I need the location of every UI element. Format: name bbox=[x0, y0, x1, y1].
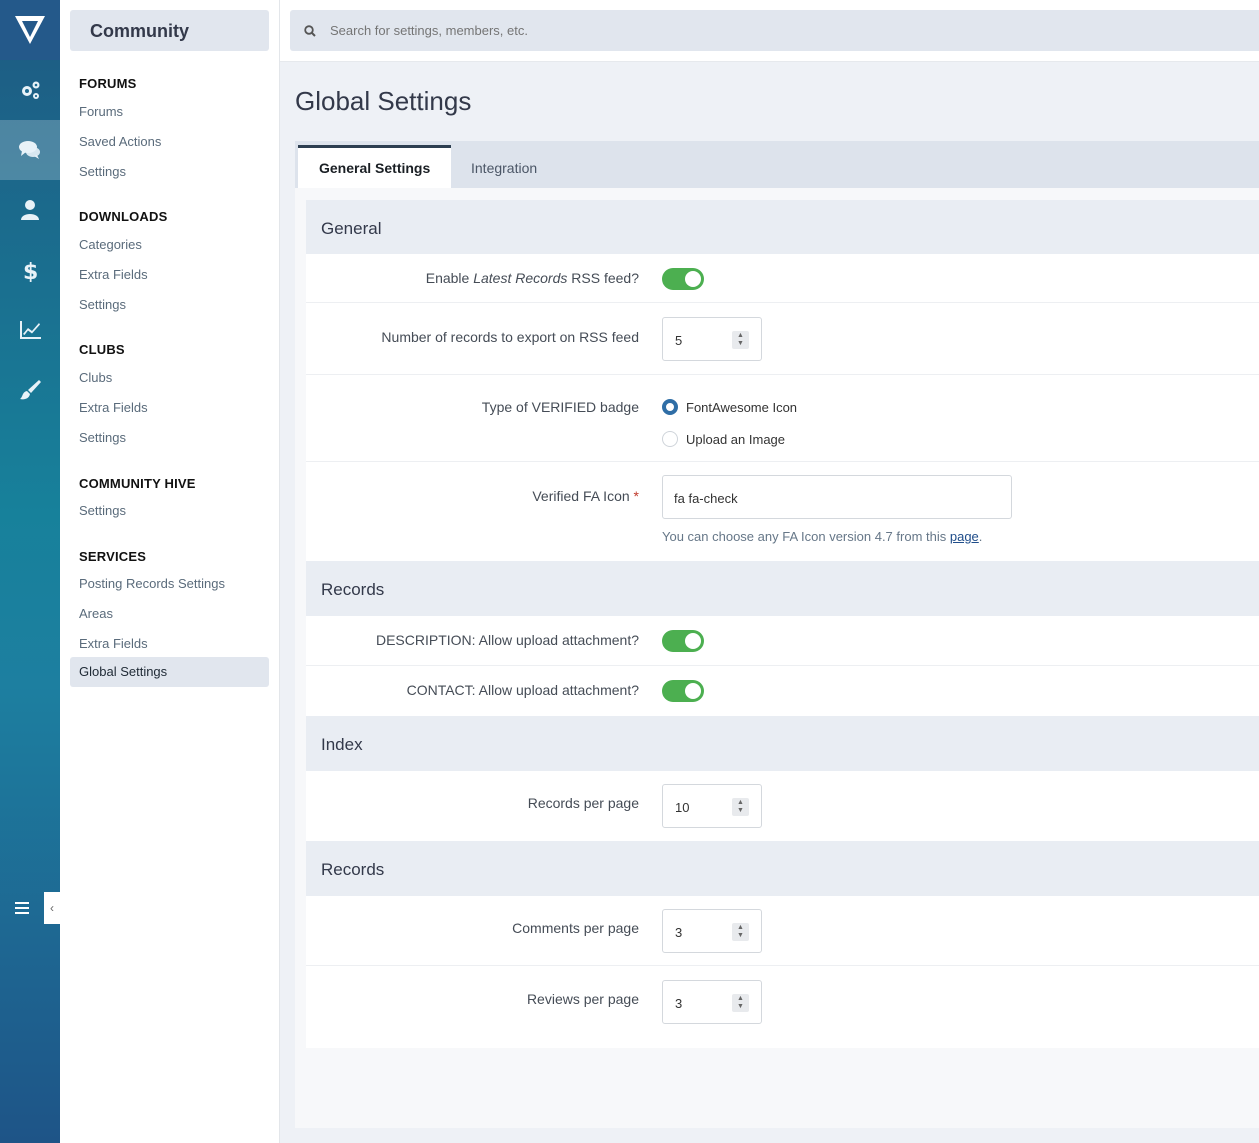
tab-integration[interactable]: Integration bbox=[450, 145, 558, 188]
sidebar-item-global-settings[interactable]: Global Settings bbox=[70, 657, 269, 687]
svg-text:$: $ bbox=[23, 260, 38, 282]
sidebar-section-downloads: DOWNLOADS bbox=[79, 209, 168, 224]
field-label: CONTACT: Allow upload attachment? bbox=[406, 682, 639, 698]
settings-form: General Enable Latest Records RSS feed? … bbox=[306, 200, 1259, 1048]
sidebar-item-areas[interactable]: Areas bbox=[79, 606, 113, 621]
group-header-records: Records bbox=[306, 561, 1259, 616]
logo-icon[interactable] bbox=[0, 0, 60, 60]
comments-per-page-stepper[interactable]: 3 ▲ ▼ bbox=[662, 909, 762, 953]
tab-panel: General Enable Latest Records RSS feed? … bbox=[295, 188, 1259, 1128]
field-label: Type of VERIFIED badge bbox=[481, 399, 639, 415]
field-label: Number of records to export on RSS feed bbox=[381, 329, 639, 345]
dollar-icon[interactable]: $ bbox=[0, 240, 60, 300]
form-row: Reviews per page 3 ▲ ▼ bbox=[306, 966, 1259, 1048]
sidebar-item-clubs[interactable]: Clubs bbox=[79, 370, 112, 385]
sidebar-item-downloads-extra-fields[interactable]: Extra Fields bbox=[79, 267, 148, 282]
sidebar-item-clubs-settings[interactable]: Settings bbox=[79, 430, 126, 445]
radio-label: FontAwesome Icon bbox=[686, 399, 798, 415]
form-row: CONTACT: Allow upload attachment? bbox=[306, 666, 1259, 716]
group-header-records-pagination: Records bbox=[306, 841, 1259, 896]
sidebar-item-clubs-extra-fields[interactable]: Extra Fields bbox=[79, 400, 148, 415]
sidebar-item-saved-actions[interactable]: Saved Actions bbox=[79, 134, 161, 149]
search-input[interactable] bbox=[330, 23, 1210, 38]
comments-icon[interactable] bbox=[0, 120, 60, 180]
field-label: Records per page bbox=[527, 795, 639, 811]
sidebar: Community FORUMS Forums Saved Actions Se… bbox=[60, 0, 280, 1143]
fa-icons-page-link[interactable]: page bbox=[950, 529, 979, 544]
chevron-left-icon: ‹ bbox=[50, 901, 54, 915]
rss-feed-toggle[interactable] bbox=[662, 268, 704, 290]
sidebar-section-clubs: CLUBS bbox=[79, 342, 125, 357]
stepper-arrows-icon[interactable]: ▲ ▼ bbox=[732, 798, 749, 816]
sidebar-item-posting-records-settings[interactable]: Posting Records Settings bbox=[79, 576, 225, 591]
sidebar-section-forums: FORUMS bbox=[79, 76, 137, 91]
field-hint: You can choose any FA Icon version 4.7 f… bbox=[662, 529, 983, 544]
chart-icon[interactable] bbox=[0, 300, 60, 360]
stepper-arrows-icon[interactable]: ▲ ▼ bbox=[732, 994, 749, 1012]
stepper-arrows-icon[interactable]: ▲ ▼ bbox=[732, 331, 749, 349]
sidebar-item-community-hive-settings[interactable]: Settings bbox=[79, 503, 126, 518]
field-label: Comments per page bbox=[512, 920, 639, 936]
field-label: DESCRIPTION: Allow upload attachment? bbox=[375, 632, 639, 648]
page-title: Global Settings bbox=[295, 86, 472, 116]
field-label: Enable Latest Records RSS feed? bbox=[425, 270, 639, 286]
sidebar-item-categories[interactable]: Categories bbox=[79, 237, 142, 252]
icon-rail: $ ‹ bbox=[0, 0, 60, 1143]
verified-icon-input[interactable]: fa fa-check bbox=[662, 475, 1012, 519]
header bbox=[280, 0, 1259, 62]
search-bar bbox=[290, 10, 1259, 51]
sidebar-item-services-extra-fields[interactable]: Extra Fields bbox=[79, 636, 148, 651]
field-label: Verified FA Icon * bbox=[532, 488, 639, 504]
records-per-page-stepper[interactable]: 10 ▲ ▼ bbox=[662, 784, 762, 828]
sidebar-section-services: SERVICES bbox=[79, 549, 147, 564]
form-row: Verified FA Icon * fa fa-check You can c… bbox=[306, 462, 1259, 561]
form-row: Records per page 10 ▲ ▼ bbox=[306, 771, 1259, 841]
radio-label: Upload an Image bbox=[686, 431, 786, 447]
stepper-arrows-icon[interactable]: ▲ ▼ bbox=[732, 923, 749, 941]
radio-selected-icon[interactable] bbox=[662, 399, 678, 415]
gears-icon[interactable] bbox=[0, 60, 60, 120]
verified-badge-radio-group: FontAwesome Icon Upload an Image bbox=[662, 399, 797, 447]
radio-option-upload-image[interactable]: Upload an Image bbox=[662, 431, 797, 447]
form-row: Type of VERIFIED badge FontAwesome Icon … bbox=[306, 375, 1259, 462]
group-header-index: Index bbox=[306, 716, 1259, 771]
sidebar-item-forums-settings[interactable]: Settings bbox=[79, 164, 126, 179]
field-label: Reviews per page bbox=[526, 991, 639, 1007]
verified-icon-field: fa fa-check You can choose any FA Icon v… bbox=[662, 475, 1012, 544]
sidebar-item-forums[interactable]: Forums bbox=[79, 104, 123, 119]
collapse-sidebar-button[interactable]: ‹ bbox=[44, 892, 60, 924]
sidebar-item-downloads-settings[interactable]: Settings bbox=[79, 297, 126, 312]
form-row: Enable Latest Records RSS feed? bbox=[306, 254, 1259, 303]
reviews-per-page-stepper[interactable]: 3 ▲ ▼ bbox=[662, 980, 762, 1024]
rss-count-stepper[interactable]: 5 ▲ ▼ bbox=[662, 317, 762, 361]
contact-attachment-toggle[interactable] bbox=[662, 680, 704, 702]
form-row: DESCRIPTION: Allow upload attachment? bbox=[306, 616, 1259, 666]
search-icon bbox=[290, 24, 330, 37]
sidebar-section-community-hive: COMMUNITY HIVE bbox=[79, 476, 196, 491]
form-row: Comments per page 3 ▲ ▼ bbox=[306, 896, 1259, 966]
tab-general-settings[interactable]: General Settings bbox=[298, 145, 452, 188]
tab-bar: General Settings Integration bbox=[295, 141, 1259, 188]
description-attachment-toggle[interactable] bbox=[662, 630, 704, 652]
brush-icon[interactable] bbox=[0, 360, 60, 420]
main-content: Global Settings General Settings Integra… bbox=[280, 62, 1259, 1143]
user-icon[interactable] bbox=[0, 180, 60, 240]
required-marker: * bbox=[633, 488, 639, 504]
radio-option-fontawesome[interactable]: FontAwesome Icon bbox=[662, 399, 797, 415]
menu-icon[interactable] bbox=[0, 892, 44, 924]
app-title[interactable]: Community bbox=[70, 10, 269, 51]
group-header-general: General bbox=[306, 200, 1259, 254]
radio-unselected-icon[interactable] bbox=[662, 431, 678, 447]
form-row: Number of records to export on RSS feed … bbox=[306, 303, 1259, 375]
